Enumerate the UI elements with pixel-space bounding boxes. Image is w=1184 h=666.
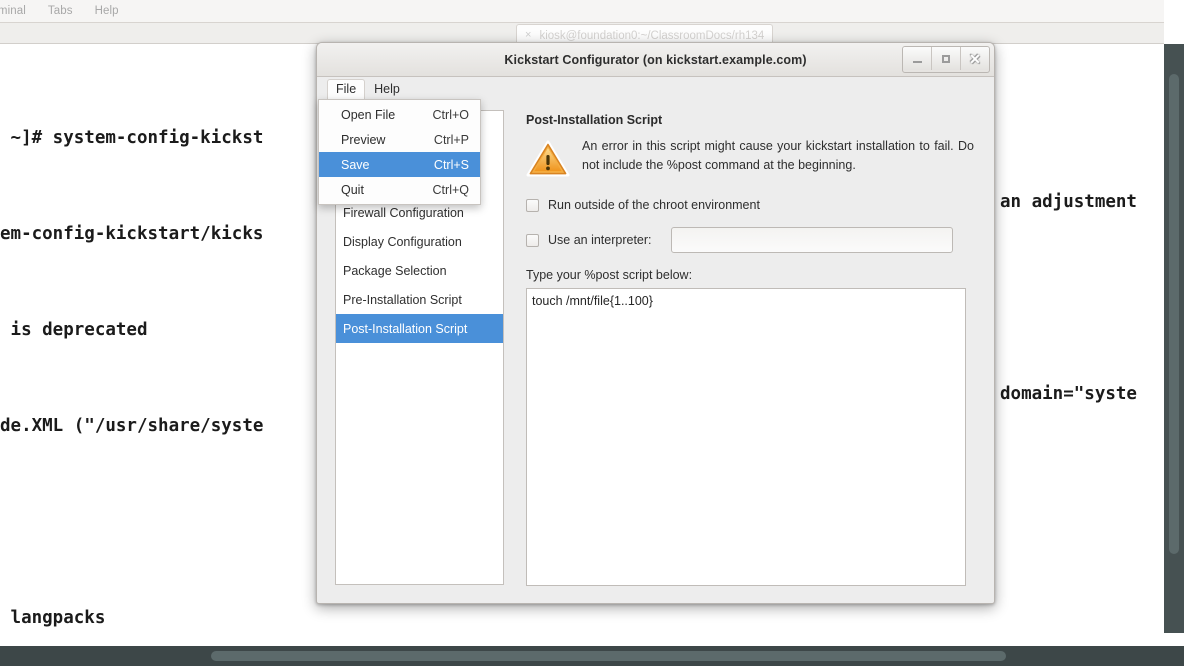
warning-triangle-icon: [526, 139, 570, 184]
screen: rminal Tabs Help × kiosk@foundation0:~/C…: [0, 0, 1184, 666]
desktop-bottom-bar-thumb[interactable]: [211, 651, 1006, 661]
chroot-checkbox-label: Run outside of the chroot environment: [548, 198, 760, 212]
chroot-checkbox[interactable]: [526, 198, 539, 212]
menu-item-label: Save: [341, 157, 370, 172]
sidebar-item-package-selection[interactable]: Package Selection: [336, 256, 503, 285]
terminal-line: langpacks: [0, 608, 106, 628]
terminal-line: domain="syste: [1000, 384, 1137, 404]
close-icon: ✕: [969, 50, 981, 67]
terminal-menu-help[interactable]: Help: [95, 5, 119, 17]
menu-item-accelerator: Ctrl+P: [433, 132, 469, 147]
terminal-tabstrip: × kiosk@foundation0:~/ClassroomDocs/rh13…: [0, 23, 1164, 46]
interpreter-input[interactable]: [670, 227, 953, 253]
menu-help[interactable]: Help: [365, 79, 409, 101]
warning-notice: An error in this script might cause your…: [526, 137, 984, 184]
terminal-menu-tabs[interactable]: Tabs: [48, 5, 73, 17]
dialog-title: Kickstart Configurator (on kickstart.exa…: [504, 52, 807, 67]
menu-item-label: Open File: [341, 107, 396, 122]
post-script-textarea[interactable]: [526, 288, 966, 586]
sidebar-item-pre-installation-script[interactable]: Pre-Installation Script: [336, 285, 503, 314]
terminal-line: an adjustment: [1000, 192, 1137, 212]
menu-item-accelerator: Ctrl+Q: [432, 182, 469, 197]
interpreter-checkbox-label: Use an interpreter:: [548, 233, 652, 247]
warning-text: An error in this script might cause your…: [582, 139, 974, 172]
terminal-scrollbar-thumb[interactable]: [1169, 74, 1179, 554]
post-installation-panel: Post-Installation Script An error in thi…: [516, 110, 984, 586]
chroot-checkbox-row[interactable]: Run outside of the chroot environment: [526, 198, 984, 212]
close-button[interactable]: ✕: [961, 47, 989, 70]
sidebar-item-label: Package Selection: [343, 263, 447, 278]
menu-item-label: Quit: [341, 182, 364, 197]
file-menu-dropdown: Open File Ctrl+O Preview Ctrl+P Save Ctr…: [318, 99, 481, 205]
window-controls: ✕: [902, 46, 990, 73]
menu-item-accelerator: Ctrl+S: [433, 157, 469, 172]
interpreter-checkbox[interactable]: [526, 233, 539, 247]
menu-item-quit[interactable]: Quit Ctrl+Q: [319, 177, 480, 202]
terminal-tab-title: kiosk@foundation0:~/ClassroomDocs/rh134: [539, 29, 765, 42]
terminal-scrollbar[interactable]: [1164, 44, 1184, 633]
menu-item-accelerator: Ctrl+O: [432, 107, 469, 122]
interpreter-row: Use an interpreter:: [526, 227, 984, 253]
sidebar-item-post-installation-script[interactable]: Post-Installation Script: [336, 314, 503, 343]
menu-item-preview[interactable]: Preview Ctrl+P: [319, 127, 480, 152]
menu-item-label: Preview: [341, 132, 386, 147]
panel-title: Post-Installation Script: [526, 113, 663, 127]
sidebar-item-label: Post-Installation Script: [343, 321, 468, 336]
desktop-bottom-bar: [0, 646, 1184, 666]
minimize-icon: [912, 60, 922, 63]
terminal-menu-terminal[interactable]: rminal: [0, 5, 26, 17]
sidebar-item-label: Display Configuration: [343, 234, 462, 249]
maximize-button[interactable]: [932, 47, 961, 70]
sidebar-item-label: Pre-Installation Script: [343, 292, 462, 307]
menu-item-save[interactable]: Save Ctrl+S: [319, 152, 480, 177]
terminal-output-text-right: an adjustment domain="syste: [1000, 122, 1164, 474]
dialog-titlebar[interactable]: Kickstart Configurator (on kickstart.exa…: [317, 43, 994, 77]
script-label: Type your %post script below:: [526, 268, 693, 282]
sidebar-item-label: Firewall Configuration: [343, 205, 464, 220]
maximize-icon: [942, 54, 950, 63]
sidebar-item-display-configuration[interactable]: Display Configuration: [336, 227, 503, 256]
minimize-button[interactable]: [903, 47, 932, 70]
close-icon[interactable]: ×: [525, 30, 531, 41]
terminal-menubar: rminal Tabs Help: [0, 0, 1164, 23]
menu-item-open-file[interactable]: Open File Ctrl+O: [319, 102, 480, 127]
